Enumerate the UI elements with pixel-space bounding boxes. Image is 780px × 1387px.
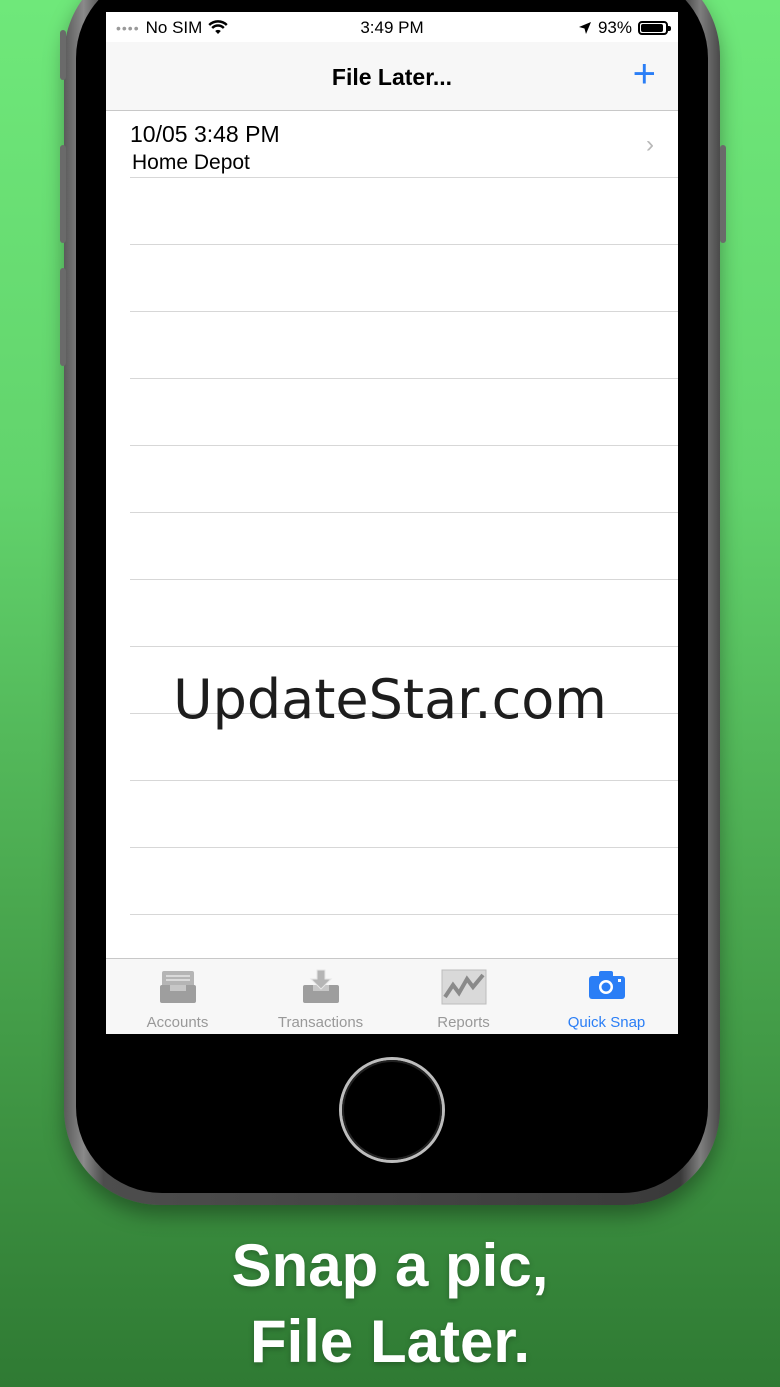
tab-label: Accounts bbox=[146, 1014, 209, 1031]
empty-row bbox=[130, 781, 678, 848]
chevron-right-icon: › bbox=[646, 131, 654, 158]
empty-row bbox=[130, 312, 678, 379]
file-later-list: 10/05 3:48 PM Home Depot › bbox=[106, 111, 678, 915]
list-item[interactable]: 10/05 3:48 PM Home Depot › bbox=[130, 111, 678, 178]
tab-reports[interactable]: Reports bbox=[392, 959, 535, 1034]
home-button[interactable] bbox=[342, 1060, 442, 1160]
volume-down-button bbox=[60, 268, 66, 366]
location-arrow-icon bbox=[578, 22, 591, 34]
tab-label: Quick Snap bbox=[567, 1014, 646, 1031]
empty-row bbox=[130, 379, 678, 446]
item-payee: Home Depot bbox=[132, 151, 250, 174]
navigation-bar: File Later... + bbox=[106, 42, 678, 111]
mute-switch bbox=[60, 30, 66, 80]
add-button[interactable]: + bbox=[633, 54, 656, 94]
tab-quick-snap[interactable]: Quick Snap bbox=[535, 959, 678, 1034]
watermark-text: UpdateStar.com bbox=[173, 668, 607, 731]
power-button bbox=[720, 145, 726, 243]
battery-fill bbox=[641, 24, 664, 32]
tagline: Snap a pic, File Later. bbox=[0, 1228, 780, 1380]
empty-row bbox=[130, 848, 678, 915]
empty-row bbox=[130, 446, 678, 513]
empty-row bbox=[130, 178, 678, 245]
empty-row bbox=[130, 245, 678, 312]
volume-up-button bbox=[60, 145, 66, 243]
tab-accounts[interactable]: Accounts bbox=[106, 959, 249, 1034]
tagline-line-1: Snap a pic, bbox=[231, 1232, 549, 1299]
page-title: File Later... bbox=[331, 64, 453, 90]
tagline-line-2: File Later. bbox=[249, 1308, 531, 1375]
tab-bar: Accounts Transactions Reports Quick Snap bbox=[106, 958, 678, 1034]
item-date: 10/05 3:48 PM bbox=[130, 121, 280, 147]
tab-label: Reports bbox=[437, 1014, 490, 1031]
tab-transactions[interactable]: Transactions bbox=[249, 959, 392, 1034]
tab-label: Transactions bbox=[277, 1014, 364, 1031]
battery-icon bbox=[638, 21, 671, 35]
empty-row bbox=[130, 580, 678, 647]
empty-row bbox=[130, 513, 678, 580]
battery-percent: 93% bbox=[597, 18, 632, 37]
status-bar: •••• No SIM 3:49 PM 93% bbox=[106, 12, 678, 42]
app-screen: •••• No SIM 3:49 PM 93% File Later... + … bbox=[106, 12, 678, 1034]
